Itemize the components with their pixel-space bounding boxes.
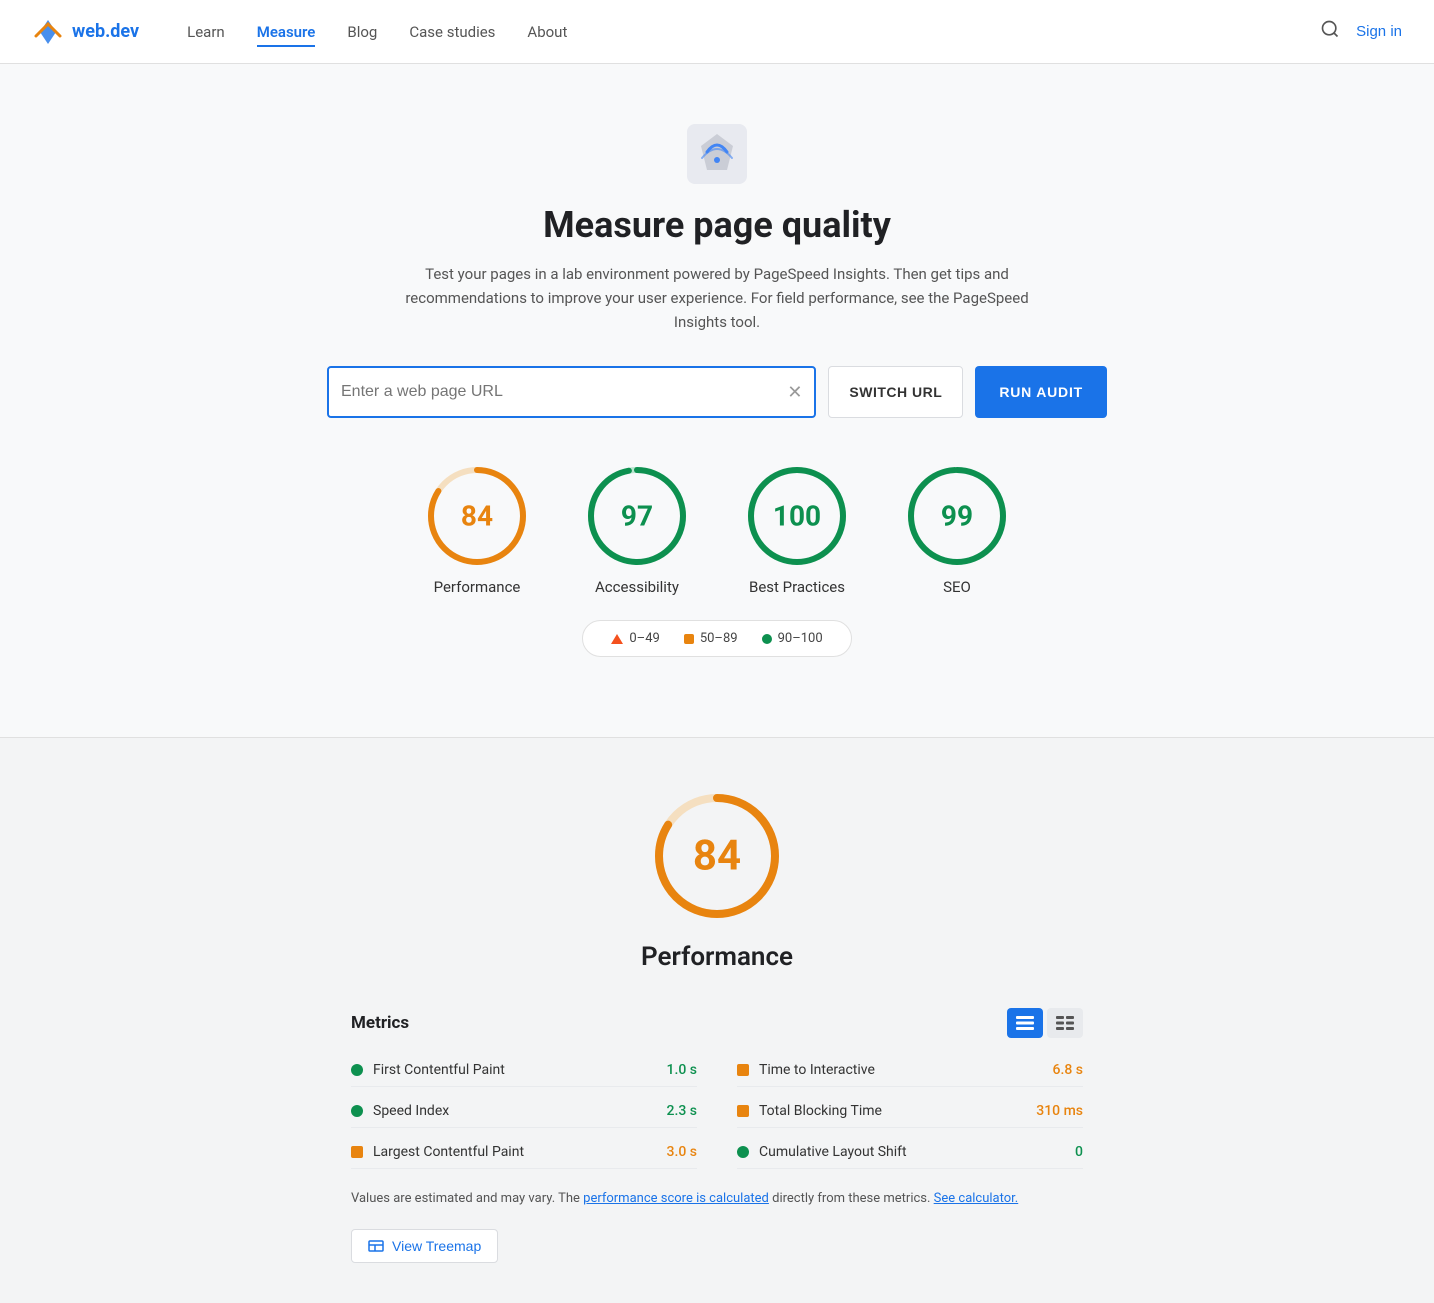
nav-links: Learn Measure Blog Case studies About [187,22,567,41]
hero-logo [687,124,747,184]
navbar: web.dev Learn Measure Blog Case studies … [0,0,1434,64]
tbt-value: 310 ms [1036,1103,1083,1119]
lcp-value: 3.0 s [667,1144,698,1160]
metric-row-lcp: Largest Contentful Paint 3.0 s [351,1136,697,1169]
switch-url-button[interactable]: SWITCH URL [828,366,963,418]
footnote: Values are estimated and may vary. The p… [351,1189,1083,1209]
score-number-1: 97 [621,500,653,533]
url-input[interactable] [341,383,787,401]
metrics-grid: First Contentful Paint 1.0 s Time to Int… [351,1054,1083,1169]
metric-row-si: Speed Index 2.3 s [351,1095,697,1128]
see-calculator-link[interactable]: See calculator. [934,1191,1019,1206]
lcp-label: Largest Contentful Paint [373,1144,657,1160]
url-clear-button[interactable]: ✕ [787,383,802,401]
tbt-indicator [737,1105,749,1117]
si-indicator [351,1105,363,1117]
performance-score-area: 84 Performance [0,786,1434,972]
logo[interactable]: web.dev [32,16,139,48]
url-input-wrap: ✕ [327,366,816,418]
hero-title: Measure page quality [20,204,1414,246]
performance-section: 84 Performance Metrics [0,738,1434,1303]
nav-measure[interactable]: Measure [257,23,316,47]
sign-in-button[interactable]: Sign in [1356,23,1402,40]
toggle-expanded-view[interactable] [1007,1008,1043,1038]
metric-row-tbt: Total Blocking Time 310 ms [737,1095,1083,1128]
url-area: ✕ SWITCH URL RUN AUDIT [327,366,1107,418]
score-circle-3: 99 [907,466,1007,566]
nav-blog[interactable]: Blog [347,23,377,41]
hero-section: Measure page quality Test your pages in … [0,64,1434,737]
metric-row-fcp: First Contentful Paint 1.0 s [351,1054,697,1087]
legend-item-0-49: 0–49 [611,631,659,646]
score-label-3: SEO [943,578,971,596]
scores-section: 84 Performance 97 Accessibility 100 Best [20,466,1414,697]
toggle-compact-view[interactable] [1047,1008,1083,1038]
cls-value: 0 [1075,1144,1083,1160]
cls-label: Cumulative Layout Shift [759,1144,1065,1160]
score-circle-1: 97 [587,466,687,566]
legend-item-50-89: 50–89 [684,631,738,646]
big-performance-circle: 84 [647,786,787,926]
fcp-label: First Contentful Paint [373,1062,657,1078]
big-score-number: 84 [693,832,741,881]
score-number-2: 100 [773,500,821,533]
performance-title: Performance [641,942,793,972]
score-item-accessibility: 97 Accessibility [587,466,687,596]
score-circle-2: 100 [747,466,847,566]
si-value: 2.3 s [667,1103,698,1119]
tti-value: 6.8 s [1053,1062,1084,1078]
score-item-seo: 99 SEO [907,466,1007,596]
nav-about[interactable]: About [527,23,567,41]
score-item-best-practices: 100 Best Practices [747,466,847,596]
perf-score-link[interactable]: performance score is calculated [583,1191,769,1206]
score-circle-0: 84 [427,466,527,566]
fcp-indicator [351,1064,363,1076]
metrics-header: Metrics [351,1008,1083,1038]
metric-row-tti: Time to Interactive 6.8 s [737,1054,1083,1087]
view-treemap-label: View Treemap [392,1238,481,1254]
view-treemap-button[interactable]: View Treemap [351,1229,498,1263]
cls-indicator [737,1146,749,1158]
si-label: Speed Index [373,1103,657,1119]
metrics-wrap: Metrics [327,1008,1107,1263]
score-label-2: Best Practices [749,578,845,596]
score-number-3: 99 [941,500,973,533]
view-toggle [1007,1008,1083,1038]
search-icon[interactable] [1320,19,1340,45]
fcp-value: 1.0 s [667,1062,698,1078]
logo-text: web.dev [72,21,139,42]
score-label-0: Performance [434,578,521,596]
nav-right: Sign in [1320,19,1402,45]
score-label-1: Accessibility [595,578,679,596]
legend-item-90-100: 90–100 [762,631,823,646]
lcp-indicator [351,1146,363,1158]
nav-learn[interactable]: Learn [187,23,225,41]
tti-indicator [737,1064,749,1076]
run-audit-button[interactable]: RUN AUDIT [975,366,1107,418]
scores-grid: 84 Performance 97 Accessibility 100 Best [20,466,1414,596]
metric-row-cls: Cumulative Layout Shift 0 [737,1136,1083,1169]
metrics-title: Metrics [351,1013,409,1033]
nav-case-studies[interactable]: Case studies [409,23,495,41]
hero-description: Test your pages in a lab environment pow… [387,262,1047,334]
legend: 0–49 50–89 90–100 [582,620,851,657]
score-item-performance: 84 Performance [427,466,527,596]
tbt-label: Total Blocking Time [759,1103,1026,1119]
tti-label: Time to Interactive [759,1062,1043,1078]
score-number-0: 84 [461,500,493,533]
